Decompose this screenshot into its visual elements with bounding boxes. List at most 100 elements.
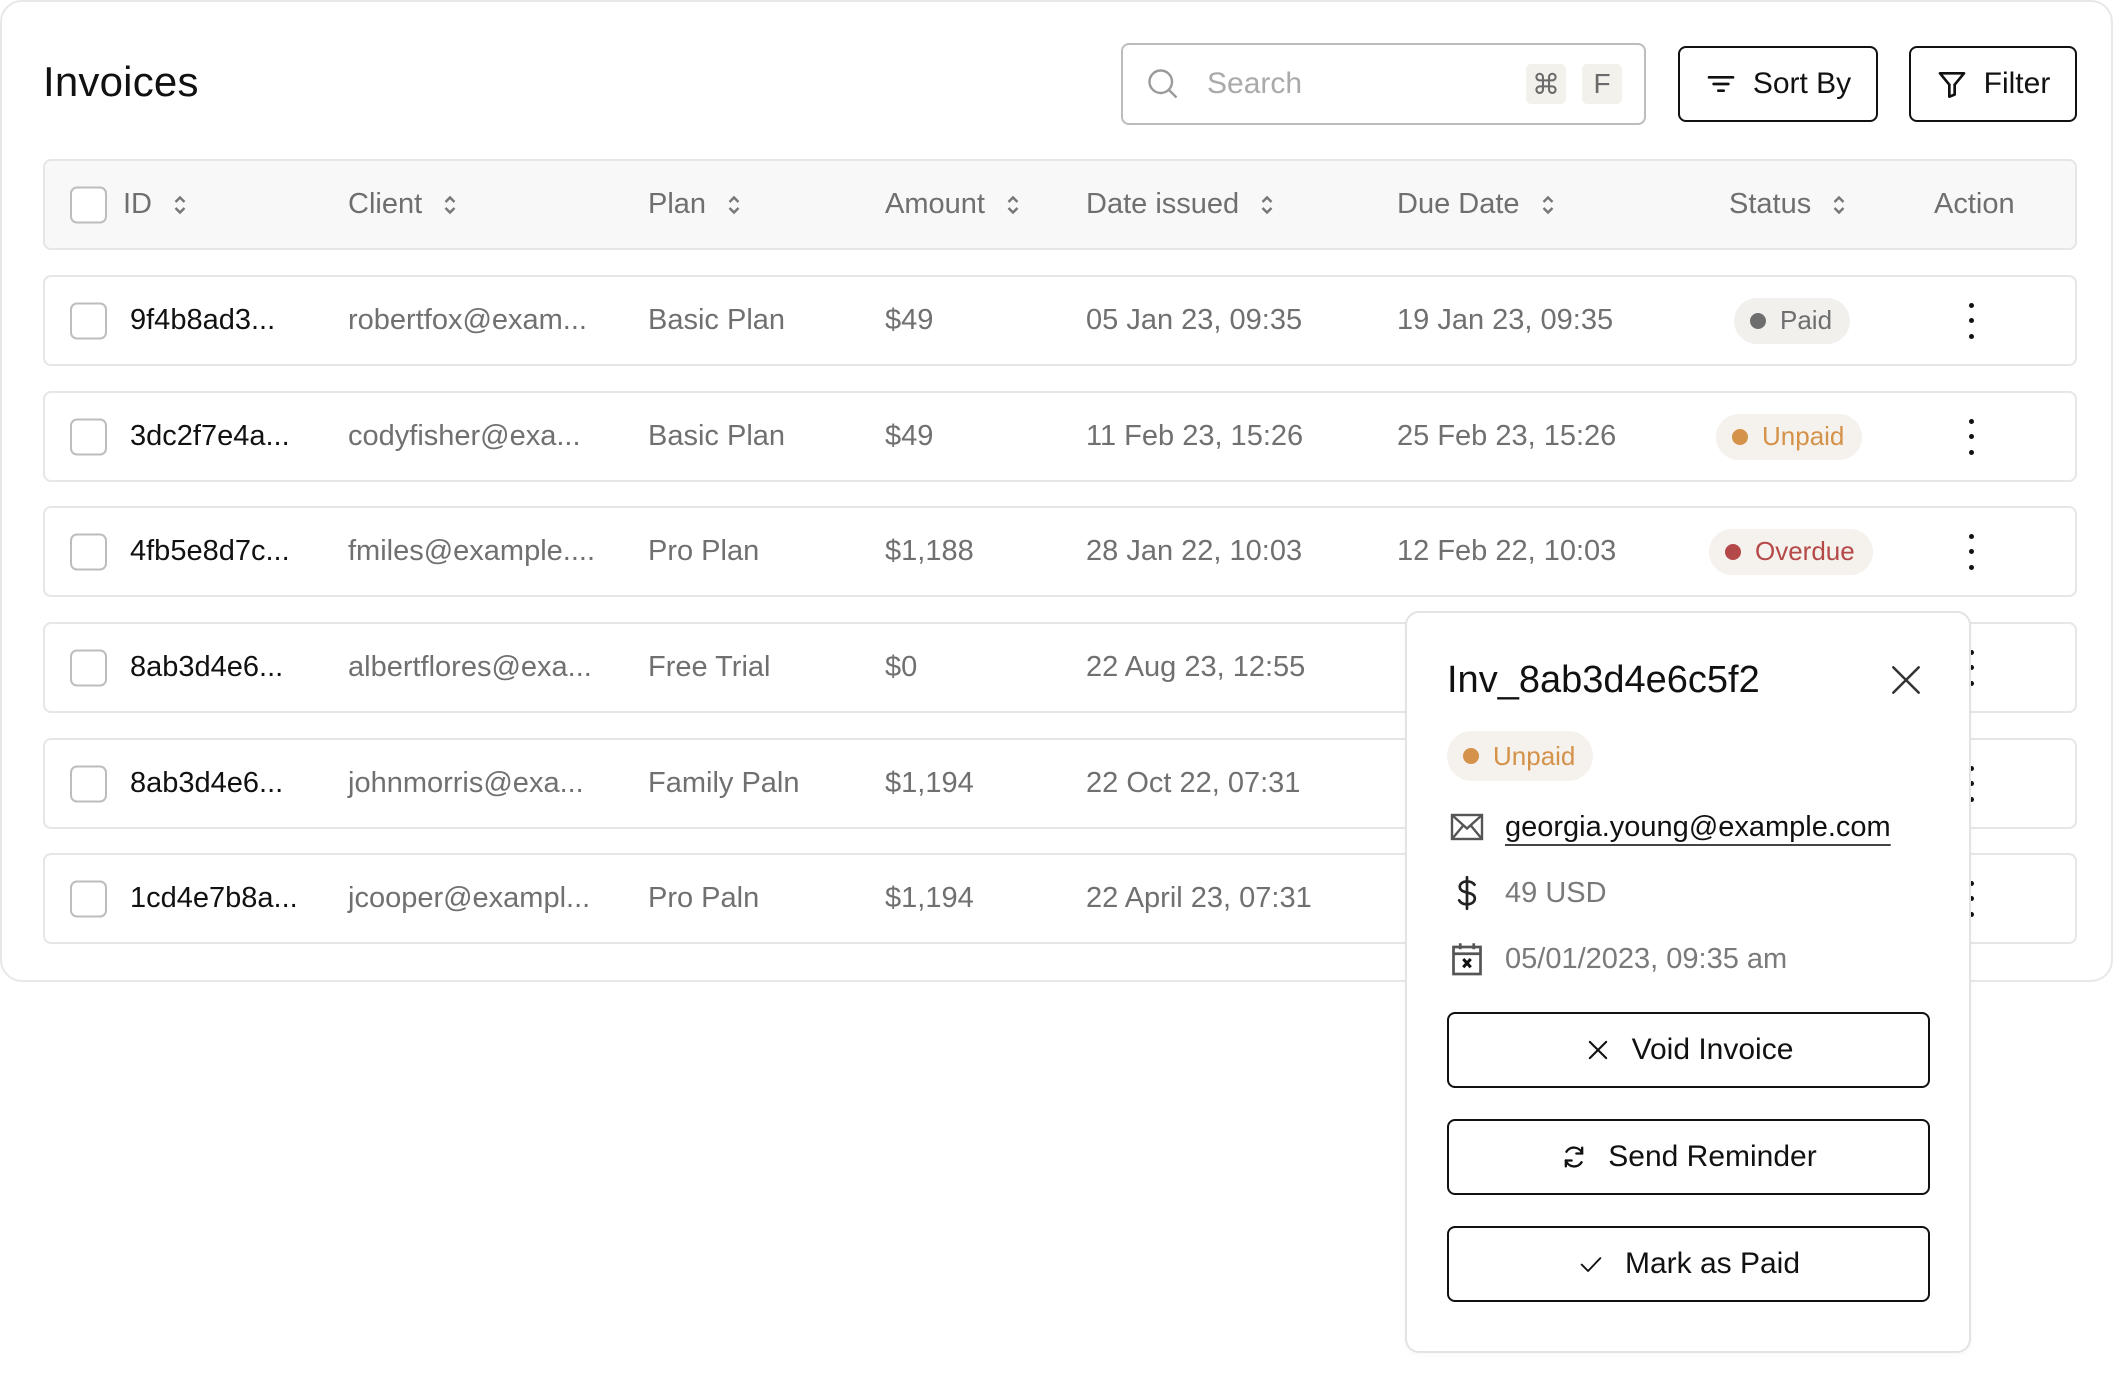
amount-row: 49 USD: [1449, 875, 1607, 911]
column-header-due-date[interactable]: Due Date: [1397, 161, 1556, 248]
cell-client: albertflores@exa...: [348, 651, 592, 683]
cell-amount: $49: [885, 420, 934, 452]
mark-as-paid-button[interactable]: Mark as Paid: [1447, 1226, 1930, 1302]
status-badge: Paid: [1734, 297, 1851, 344]
row-actions-menu-icon[interactable]: [1961, 418, 1981, 455]
row-checkbox[interactable]: [70, 418, 107, 455]
cell-amount: $1,194: [885, 767, 974, 799]
send-reminder-button[interactable]: Send Reminder: [1447, 1119, 1930, 1195]
cell-id: 3dc2f7e4a...: [130, 420, 290, 452]
table-row[interactable]: 3dc2f7e4a... codyfisher@exa... Basic Plan $…: [43, 391, 2077, 482]
cell-client: jcooper@exampl...: [348, 882, 591, 914]
email-row: georgia.young@example.com: [1449, 809, 1891, 845]
kebab-dot: [1968, 302, 1974, 308]
check-icon: [1580, 1257, 1602, 1272]
sort-by-label: Sort By: [1752, 67, 1852, 100]
table-header: ID Client Plan Amount Date issued Due Da…: [43, 159, 2077, 250]
status-dot: [1463, 748, 1479, 764]
cell-amount: $49: [885, 304, 934, 336]
sort-arrows-icon: [1261, 195, 1273, 214]
cell-due-date: 12 Feb 22, 10:03: [1397, 535, 1617, 567]
shortcut-key-f: F: [1582, 64, 1622, 104]
row-checkbox[interactable]: [70, 649, 107, 686]
column-header-status[interactable]: Status: [1729, 161, 1847, 248]
sort-lines-icon: [1707, 76, 1735, 92]
sort-arrows-icon: [1007, 195, 1019, 214]
x-icon: [1588, 1040, 1607, 1060]
row-actions-menu-icon[interactable]: [1961, 302, 1981, 339]
status-dot: [1732, 428, 1748, 445]
sort-arrows-icon: [444, 195, 456, 214]
table-row[interactable]: 9f4b8ad3... robertfox@exam... Basic Plan $4…: [43, 275, 2077, 366]
cell-id: 8ab3d4e6...: [130, 651, 284, 683]
search-placeholder: Search: [1207, 67, 1303, 100]
cell-amount: $1,188: [885, 535, 974, 567]
client-email-link[interactable]: georgia.young@example.com: [1505, 811, 1891, 844]
cell-due-date: 25 Feb 23, 15:26: [1397, 420, 1617, 452]
row-checkbox[interactable]: [70, 880, 107, 917]
filter-button[interactable]: Filter: [1909, 46, 2077, 122]
cell-plan: Free Trial: [648, 651, 771, 683]
cell-client: robertfox@exam...: [348, 304, 587, 336]
column-header-amount[interactable]: Amount: [885, 161, 1021, 248]
kebab-dot: [1968, 449, 1974, 455]
void-invoice-button[interactable]: Void Invoice: [1447, 1012, 1930, 1088]
sort-by-button[interactable]: Sort By: [1678, 46, 1878, 122]
cell-date-issued: 28 Jan 22, 10:03: [1086, 535, 1303, 567]
kebab-dot: [1968, 549, 1974, 554]
cell-amount: $0: [885, 651, 918, 683]
issued-date-value: 05/01/2023, 09:35 am: [1505, 942, 1788, 975]
column-header-client[interactable]: Client: [348, 161, 458, 248]
calendar-x-icon: [1452, 943, 1482, 976]
close-icon[interactable]: [1887, 661, 1925, 699]
cell-plan: Basic Plan: [648, 304, 786, 336]
sort-arrows-icon: [1833, 195, 1845, 214]
cell-client: codyfisher@exa...: [348, 420, 581, 452]
search-input[interactable]: Search ⌘ F: [1121, 43, 1646, 125]
kebab-dot: [1968, 564, 1974, 570]
cell-plan: Pro Paln: [648, 882, 760, 914]
sort-arrows-icon: [1542, 195, 1553, 214]
cell-due-date: 19 Jan 23, 09:35: [1397, 304, 1614, 336]
status-badge: Unpaid: [1716, 413, 1863, 460]
cell-client: johnmorris@exa...: [348, 767, 584, 799]
cell-plan: Family Paln: [648, 767, 800, 799]
row-checkbox[interactable]: [70, 302, 107, 339]
table-row[interactable]: 4fb5e8d7c... fmiles@example.... Pro Plan $1…: [43, 506, 2077, 597]
kebab-dot: [1968, 418, 1974, 424]
column-header-plan[interactable]: Plan: [648, 161, 742, 248]
funnel-icon: [1938, 72, 1965, 98]
search-icon: [1148, 69, 1178, 99]
select-all-checkbox[interactable]: [70, 186, 107, 223]
cell-date-issued: 22 Aug 23, 12:55: [1086, 651, 1306, 683]
row-checkbox[interactable]: [70, 533, 107, 570]
sort-arrows-icon: [728, 195, 740, 214]
cell-id: 9f4b8ad3...: [130, 304, 276, 336]
cell-date-issued: 22 April 23, 07:31: [1086, 882, 1312, 914]
dollar-icon: [1457, 875, 1477, 911]
status-badge: Unpaid: [1447, 731, 1594, 781]
sort-arrows-icon: [174, 195, 186, 214]
cell-date-issued: 22 Oct 22, 07:31: [1086, 767, 1301, 799]
mail-icon: [1450, 813, 1484, 841]
page-title: Invoices: [43, 58, 199, 105]
column-header-id[interactable]: ID: [123, 161, 188, 248]
shortcut-key-cmd: ⌘: [1526, 64, 1566, 104]
column-header-action: Action: [1934, 188, 2015, 220]
status-dot: [1725, 543, 1741, 560]
cell-plan: Basic Plan: [648, 420, 786, 452]
cell-client: fmiles@example....: [348, 535, 596, 567]
row-checkbox[interactable]: [70, 765, 107, 802]
row-actions-menu-icon[interactable]: [1961, 533, 1981, 570]
invoice-detail-popover: Inv_8ab3d4e6c5f2 Unpaid georgia.young@ex…: [1405, 611, 1971, 1353]
cell-id: 1cd4e7b8a...: [130, 882, 298, 914]
column-header-date-issued[interactable]: Date issued: [1086, 161, 1275, 248]
kebab-dot: [1968, 333, 1974, 339]
status-badge: Overdue: [1709, 528, 1873, 575]
cell-plan: Pro Plan: [648, 535, 760, 567]
cell-id: 4fb5e8d7c...: [130, 535, 290, 567]
invoice-title: Inv_8ab3d4e6c5f2: [1447, 659, 1760, 701]
cell-id: 8ab3d4e6...: [130, 767, 284, 799]
cell-date-issued: 05 Jan 23, 09:35: [1086, 304, 1303, 336]
cell-amount: $1,194: [885, 882, 974, 914]
